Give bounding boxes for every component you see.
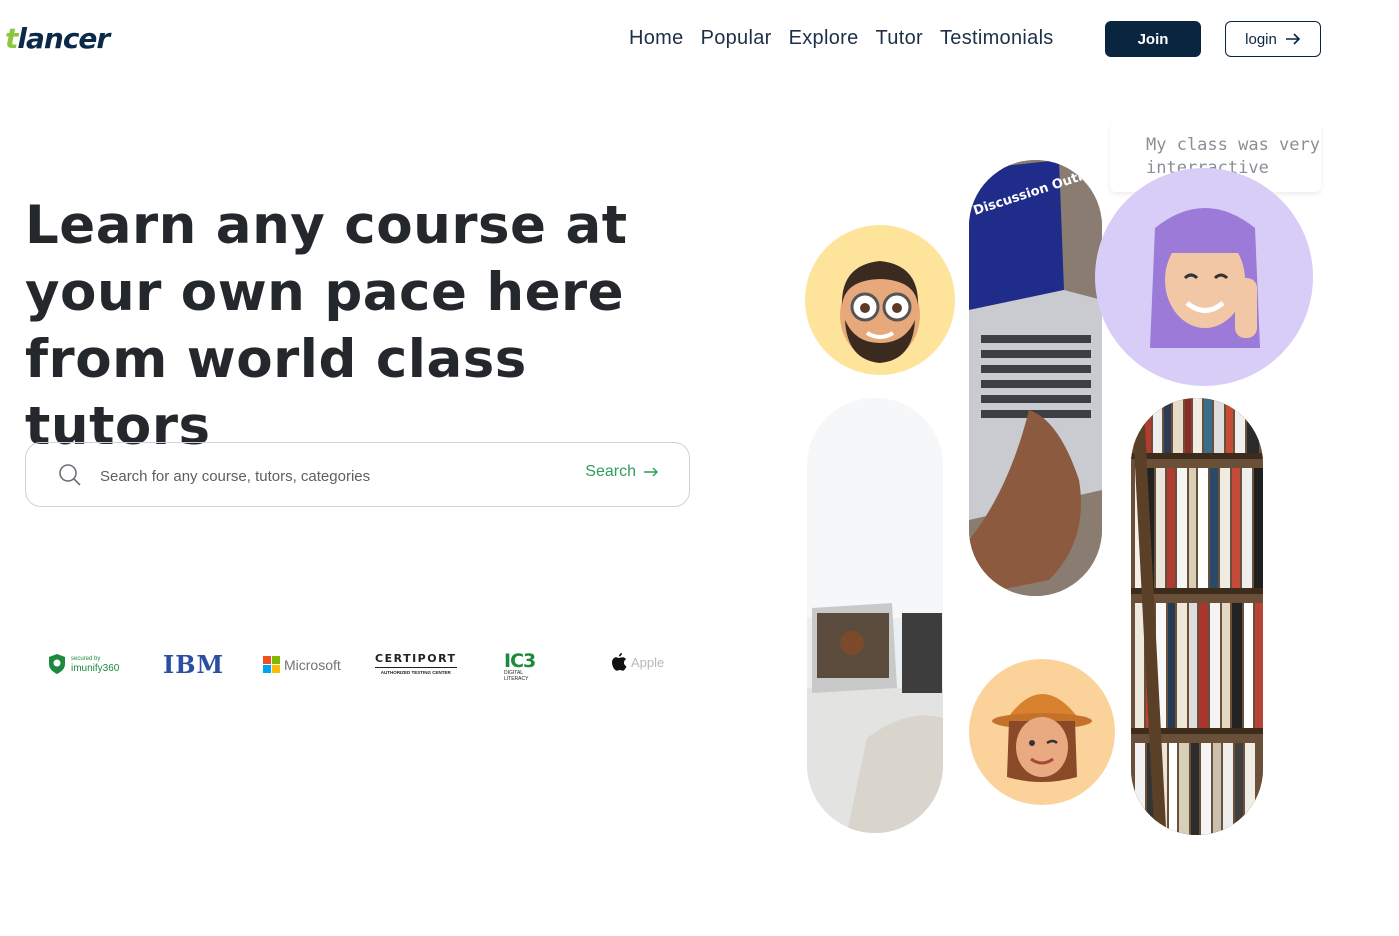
- imunify-text: imunify360: [71, 663, 120, 674]
- apple-icon: [612, 653, 627, 671]
- microsoft-text: Microsoft: [284, 656, 341, 673]
- join-button[interactable]: Join: [1105, 21, 1201, 57]
- classroom-illustration: [807, 398, 943, 833]
- girl-memoji: [1150, 208, 1260, 348]
- ic3-text: IC3: [504, 650, 536, 672]
- main-nav: Home Popular Explore Tutor Testimonials: [629, 27, 1054, 50]
- nav-testimonials[interactable]: Testimonials: [940, 27, 1054, 50]
- microsoft-squares-icon: [263, 656, 280, 673]
- nav-tutor[interactable]: Tutor: [876, 27, 923, 50]
- avatar-girl-orange: [969, 659, 1115, 805]
- arrow-right-icon: [1285, 33, 1300, 45]
- laptop-illustration: Discussion Outline: [969, 160, 1102, 596]
- certiport-text: CERTIPORT: [375, 652, 457, 668]
- search-button-label: Search: [585, 463, 636, 480]
- search-button[interactable]: Search: [585, 463, 659, 481]
- shield-icon: [49, 654, 65, 674]
- bookshelf-photo: [1131, 398, 1263, 835]
- arrow-right-icon: [644, 467, 658, 477]
- imunify-logo: secured by imunify360: [47, 653, 119, 675]
- nav-popular[interactable]: Popular: [701, 27, 772, 50]
- certiport-sub-text: AUTHORIZED TESTING CENTER: [380, 670, 451, 675]
- ibm-logo: IBM: [163, 650, 225, 679]
- apple-logo: Apple: [611, 653, 664, 672]
- bookshelf-illustration: [1131, 398, 1263, 835]
- search-bar: Search: [25, 442, 690, 507]
- nav-home[interactable]: Home: [629, 27, 684, 50]
- girl-hat-memoji: [992, 694, 1092, 782]
- login-button[interactable]: login: [1225, 21, 1321, 57]
- search-icon: [59, 464, 81, 486]
- avatar-man: [805, 225, 955, 375]
- apple-text: Apple: [631, 655, 665, 670]
- laptop-photo: Discussion Outline: [969, 160, 1102, 596]
- classroom-photo: [807, 398, 943, 833]
- login-label: login: [1245, 30, 1277, 48]
- nav-explore[interactable]: Explore: [789, 27, 859, 50]
- search-input[interactable]: [98, 461, 562, 491]
- ic3-logo: IC3 DIGITAL LITERACY: [504, 650, 536, 683]
- logo-t: t: [5, 22, 18, 55]
- avatar-girl-purple: [1095, 168, 1313, 386]
- microsoft-logo: Microsoft: [263, 656, 341, 673]
- logo-text: lancer: [17, 22, 110, 55]
- hero-title: Learn any course at your own pace here f…: [25, 195, 628, 457]
- logo[interactable]: tlancer: [5, 22, 110, 55]
- certiport-logo: CERTIPORT AUTHORIZED TESTING CENTER: [375, 652, 457, 675]
- man-memoji: [840, 261, 920, 363]
